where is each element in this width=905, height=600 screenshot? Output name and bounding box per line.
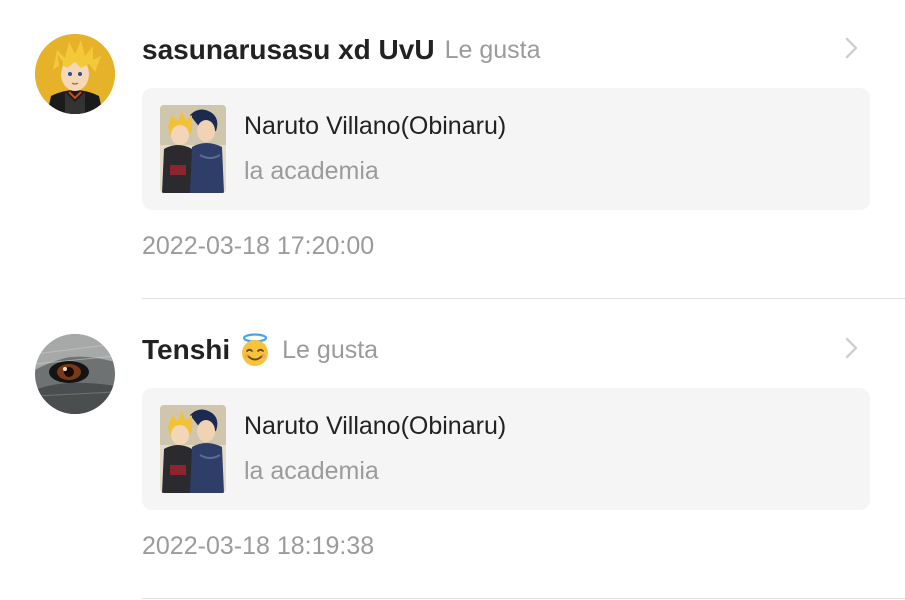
notification-item[interactable]: sasunarusasu xd UvU Le gusta Naruto Vill… — [0, 0, 905, 300]
chevron-right-icon[interactable] — [843, 336, 861, 360]
notification-header: sasunarusasu xd UvU Le gusta — [142, 28, 541, 72]
notification-header: Tenshi Le gusta — [142, 328, 378, 372]
action-text: Le gusta — [282, 335, 379, 364]
username[interactable]: sasunarusasu xd UvU — [142, 34, 435, 66]
story-card[interactable]: Naruto Villano(Obinaru) la academia — [142, 88, 870, 210]
user-avatar[interactable] — [35, 34, 115, 114]
book-cover-thumbnail — [160, 405, 226, 493]
blonde-anime-boy-avatar-icon — [35, 34, 115, 114]
notification-feed: sasunarusasu xd UvU Le gusta Naruto Vill… — [0, 0, 905, 600]
chevron-right-icon[interactable] — [843, 36, 861, 60]
username[interactable]: Tenshi — [142, 334, 230, 366]
notification-item[interactable]: Tenshi Le gusta Naruto Villano(Obinaru) … — [0, 300, 905, 600]
story-card[interactable]: Naruto Villano(Obinaru) la academia — [142, 388, 870, 510]
timestamp: 2022-03-18 18:19:38 — [142, 532, 375, 560]
action-text: Le gusta — [444, 35, 541, 64]
story-title: Naruto Villano(Obinaru) — [244, 112, 507, 140]
chapter-name: la academia — [244, 457, 379, 485]
timestamp: 2022-03-18 17:20:00 — [142, 232, 375, 260]
halo-smile-emoji-icon — [238, 333, 272, 367]
chapter-name: la academia — [244, 157, 379, 185]
user-avatar[interactable] — [35, 334, 115, 414]
divider — [142, 298, 905, 299]
wolf-eye-avatar-icon — [35, 334, 115, 414]
book-cover-thumbnail — [160, 105, 226, 193]
story-title: Naruto Villano(Obinaru) — [244, 412, 507, 440]
divider — [142, 598, 905, 599]
